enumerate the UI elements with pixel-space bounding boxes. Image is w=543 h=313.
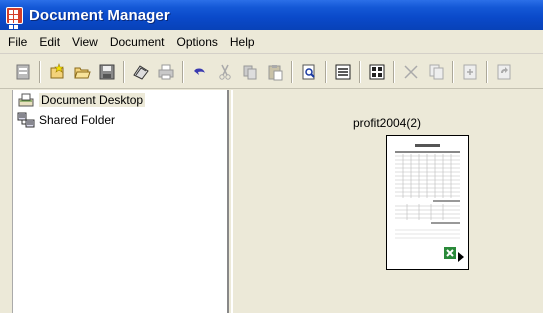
toolbar-separator (325, 60, 327, 83)
tree-item-document-desktop[interactable]: Document Desktop (13, 90, 227, 110)
menu-bar: File Edit View Document Options Help (0, 30, 543, 54)
tree-item-label: Shared Folder (39, 113, 116, 127)
toolbar (0, 55, 543, 89)
toolbar-separator (359, 60, 361, 83)
toolbar-separator (39, 60, 41, 83)
paste-icon (268, 64, 283, 80)
menu-file[interactable]: File (4, 33, 33, 51)
document-name: profit2004(2) (352, 116, 422, 130)
undo-button[interactable] (189, 61, 211, 83)
play-arrow-icon[interactable] (458, 252, 464, 262)
print-icon (158, 64, 174, 79)
toolbar-separator (486, 60, 488, 83)
preview-button[interactable] (298, 61, 320, 83)
spreadsheet-preview (395, 144, 460, 239)
copy-page-icon (429, 64, 444, 79)
details-view-icon (335, 64, 351, 79)
save-icon (99, 64, 115, 79)
menu-view[interactable]: View (66, 33, 104, 51)
menu-document[interactable]: Document (104, 33, 171, 51)
print-button[interactable] (155, 61, 177, 83)
copy-icon (243, 65, 257, 79)
window-title: Document Manager (29, 6, 170, 24)
toolbar-separator (393, 60, 395, 83)
paste-button[interactable] (264, 61, 286, 83)
open-folder-icon (74, 67, 91, 78)
save-button[interactable] (96, 61, 118, 83)
copy-button[interactable] (239, 61, 261, 83)
new-icon (50, 62, 64, 78)
details-view-button[interactable] (332, 61, 354, 83)
delete-button[interactable] (400, 61, 422, 83)
cut-button[interactable] (214, 61, 236, 83)
properties-button[interactable] (12, 61, 34, 83)
copy-page-button[interactable] (425, 61, 447, 83)
menu-edit[interactable]: Edit (33, 33, 66, 51)
title-bar[interactable]: Document Manager (0, 0, 543, 34)
properties-icon (16, 64, 30, 79)
toolbar-separator (182, 60, 184, 83)
excel-icon (444, 247, 456, 259)
document-area: profit2004(2) (231, 90, 543, 313)
thumbnail-view-icon (369, 64, 385, 79)
toolbar-separator (291, 60, 293, 83)
rotate-button[interactable] (493, 61, 515, 83)
insert-page-icon (463, 64, 477, 79)
cut-icon (219, 64, 231, 80)
scan-icon (133, 64, 149, 80)
scan-button[interactable] (130, 61, 152, 83)
desktop-icon (18, 93, 34, 107)
shared-folder-icon (17, 112, 35, 128)
menu-help[interactable]: Help (224, 33, 261, 51)
document-thumbnail[interactable] (386, 135, 469, 270)
preview-icon (302, 64, 315, 79)
tree-item-label: Document Desktop (39, 93, 146, 107)
menu-options[interactable]: Options (171, 33, 224, 51)
insert-page-button[interactable] (459, 61, 481, 83)
thumbnail-view-button[interactable] (366, 61, 388, 83)
undo-icon (194, 66, 205, 75)
app-icon (6, 6, 23, 34)
rotate-icon (497, 64, 511, 79)
open-button[interactable] (71, 61, 93, 83)
toolbar-separator (452, 60, 454, 83)
new-button[interactable] (46, 61, 68, 83)
tree-item-shared-folder[interactable]: Shared Folder (13, 110, 227, 130)
toolbar-separator (123, 60, 125, 83)
folder-tree: Document Desktop Shared Folder (12, 90, 229, 313)
delete-icon (404, 64, 418, 79)
